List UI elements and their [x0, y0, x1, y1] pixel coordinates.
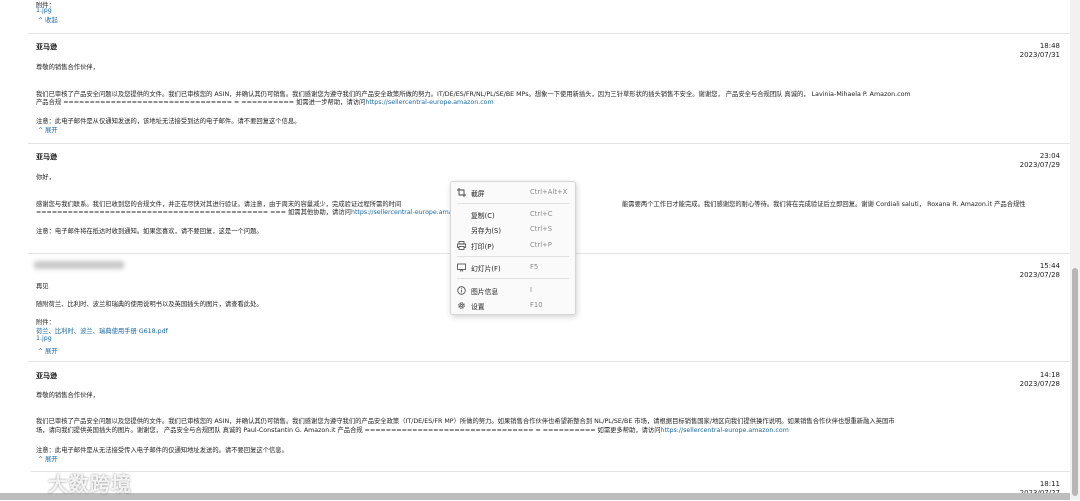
chevron-up-icon: ^: [38, 456, 44, 463]
sender-name: 亚马逊: [36, 372, 57, 380]
attachment-link[interactable]: 1.jpg: [36, 335, 52, 342]
scrollbar-thumb[interactable]: [1072, 268, 1078, 496]
message-date: 2023/07/28: [1019, 380, 1060, 388]
message-greeting: 你好，: [36, 174, 55, 181]
message-note: 注意：此电子邮件是从无法接受传入电子邮件的仅通知地址发送的。请不要回复这个信息。: [36, 447, 288, 454]
chevron-up-icon: ^: [38, 17, 44, 24]
message-time: 14:18: [1039, 371, 1060, 379]
sender-name: 亚马逊: [36, 43, 57, 51]
menu-item-copy[interactable]: 复制(C) Ctrl+C: [451, 208, 575, 221]
seller-central-link[interactable]: https://sellercentral-europe.amazon.com: [365, 99, 493, 106]
chevron-up-icon: ^: [38, 127, 44, 134]
menu-divider: [457, 203, 569, 204]
menu-item-settings[interactable]: 设置 F10: [451, 299, 575, 312]
attachment-link[interactable]: 1.jpg: [36, 7, 52, 14]
message-time: 15:44: [1039, 262, 1060, 270]
menu-item-print[interactable]: 打印(P) Ctrl+P: [451, 239, 575, 252]
expand-toggle[interactable]: ^ 展开: [38, 125, 58, 134]
gear-icon: [457, 301, 466, 310]
message-time: 18:48: [1039, 42, 1060, 50]
menu-divider: [457, 278, 569, 279]
watermark-logo-icon: [9, 470, 44, 489]
watermark-text: 大数跨境: [48, 472, 132, 496]
attachment-link[interactable]: 荷兰、比利时、波兰、瑞典使用手册 G618.pdf: [36, 326, 168, 335]
message-body-line: 随附荷兰、比利时、波兰和瑞典的使用说明书以及英国插头的图片，请查看此处。: [36, 301, 263, 308]
expand-toggle[interactable]: ^ 展开: [38, 346, 58, 355]
message-note: 注意：电子邮件将在抵达时收到通知。如果您喜欢，请不要回复，这是一个问题。: [36, 228, 263, 235]
slideshow-icon: [457, 263, 466, 272]
watermark-logo: 大数跨境: [6, 466, 156, 496]
message-note: 注意：此电子邮件是从仅通知发送的，该地址无法接受到达的电子邮件。请不要回复这个信…: [36, 118, 301, 125]
message-greeting: 尊敬的销售合作伙伴，: [36, 64, 99, 71]
message-body-line: 产品合规 ================================ = …: [36, 99, 494, 106]
message-date: 2023/07/31: [1019, 51, 1060, 59]
vertical-scrollbar[interactable]: [1070, 0, 1080, 500]
message-date: 2023/07/28: [1019, 271, 1060, 279]
menu-item-slideshow[interactable]: 幻灯片(F) F5: [451, 261, 575, 274]
seller-central-link[interactable]: https://sellercentral-europe.amazon.com: [661, 427, 789, 434]
message-body-line: ========================================…: [36, 209, 480, 216]
message-greeting: 再见: [36, 283, 49, 290]
message-body-line: 能需要两个工作日才能完成。我们感谢您的耐心等待。我们将在完成验证后立即回复。谢谢…: [622, 201, 1026, 208]
expand-toggle[interactable]: ^ 展开: [38, 454, 58, 463]
message-item: 亚马逊 18:48 2023/07/31 尊敬的销售合作伙伴， 我们已审核了产品…: [28, 33, 1070, 144]
printer-icon: [457, 241, 466, 250]
message-greeting: 尊敬的销售合作伙伴，: [36, 392, 99, 399]
message-body-line: 场，请向我们提供英国插头的图片。谢谢您， 产品安全与合规团队 真诚的 Paul-…: [36, 427, 789, 434]
message-time: 18:11: [1039, 480, 1060, 488]
chevron-up-icon: ^: [38, 348, 44, 355]
menu-item-save-as[interactable]: 另存为(S) Ctrl+S: [451, 223, 575, 236]
email-thread-page: 附件： 1.jpg ^ 收起 亚马逊 18:48 2023/07/31 尊敬的销售…: [0, 0, 1080, 500]
message-time: 23:04: [1039, 152, 1060, 160]
menu-divider: [457, 256, 569, 257]
horizontal-scrollbar[interactable]: [0, 493, 1070, 500]
context-menu: 截屏 Ctrl+Alt+X 复制(C) Ctrl+C 另存为(S) Ctrl+S…: [450, 181, 576, 315]
menu-item-screenshot[interactable]: 截屏 Ctrl+Alt+X: [451, 186, 575, 199]
info-icon: [457, 286, 466, 295]
attachment-label: 附件：: [36, 319, 55, 326]
message-date: 2023/07/29: [1019, 161, 1060, 169]
message-body-line: 我们已审核了产品安全问题以及您提供的文件。我们已审核您的 ASIN，并确认其仍可…: [36, 418, 895, 425]
collapse-toggle[interactable]: ^ 收起: [38, 15, 58, 24]
menu-item-image-info[interactable]: 图片信息 I: [451, 284, 575, 297]
crop-icon: [457, 188, 466, 197]
sender-name-redacted: [34, 261, 124, 269]
sender-name: 亚马逊: [36, 153, 57, 161]
message-item: 亚马逊 14:18 2023/07/28 尊敬的销售合作伙伴， 我们已审核了产品…: [28, 361, 1070, 472]
